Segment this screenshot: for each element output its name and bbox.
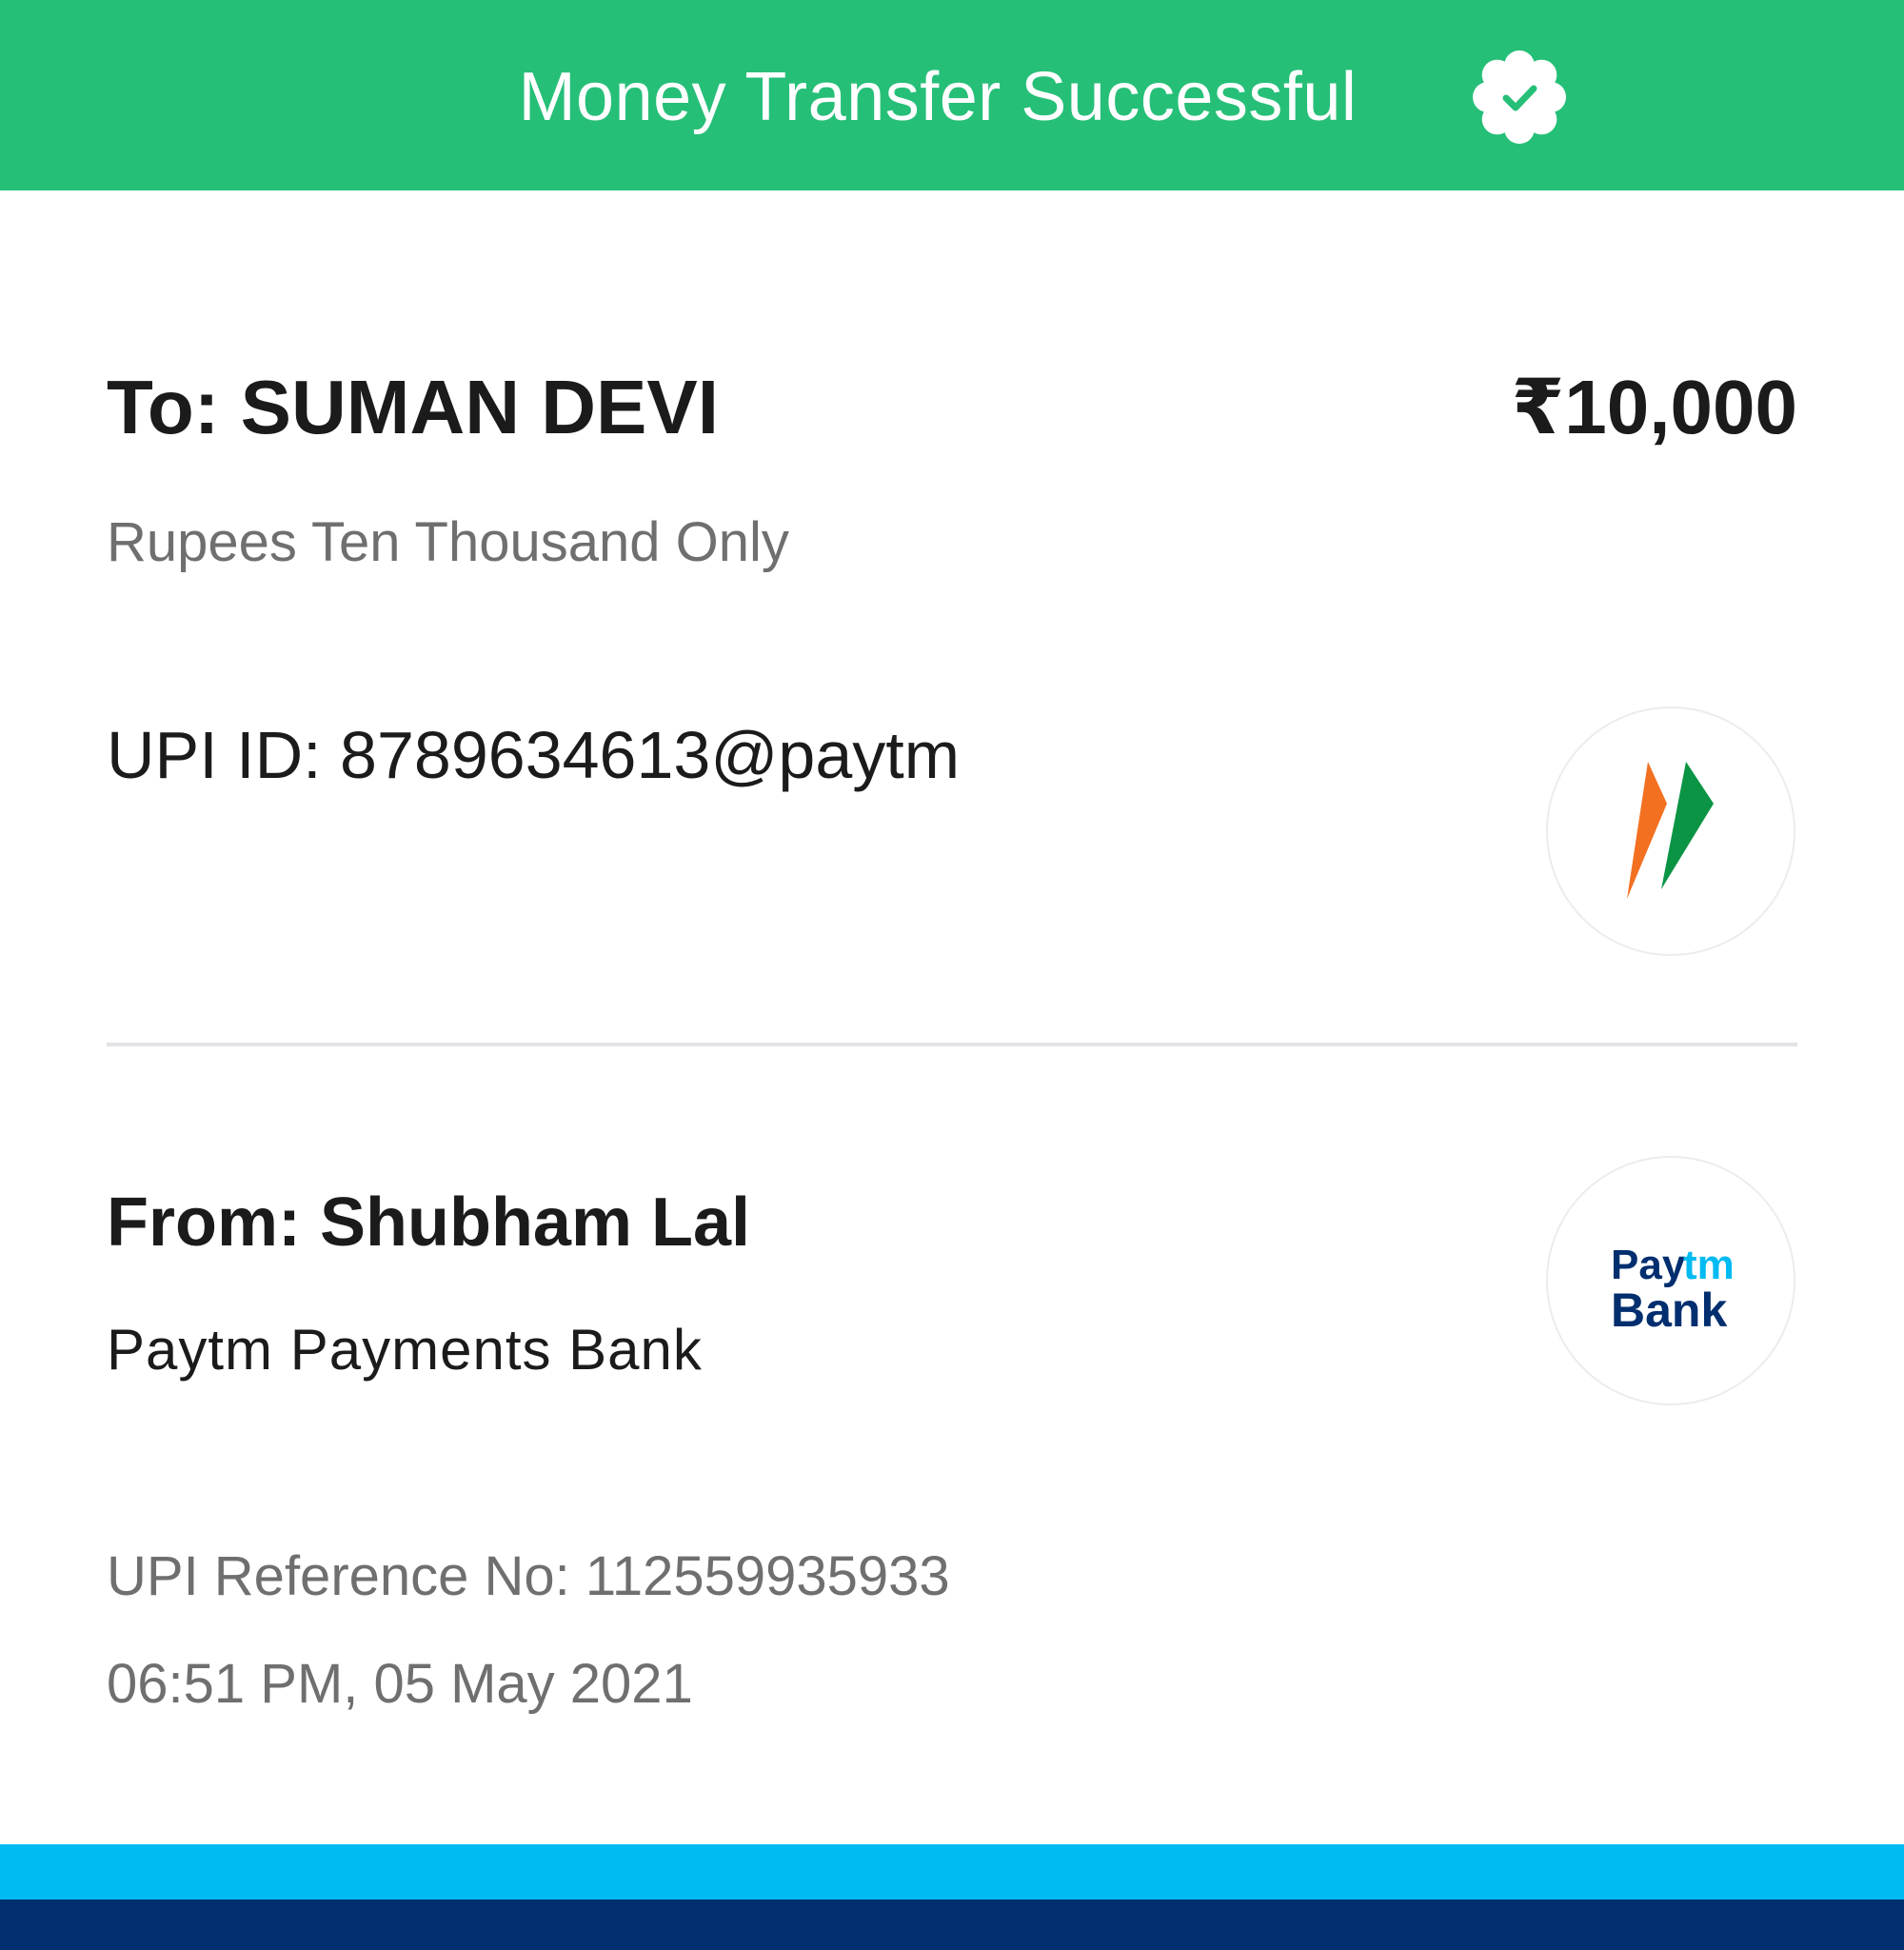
footer-band-light [0,1844,1904,1900]
paytm-wordmark-tm: tm [1683,1242,1735,1288]
transaction-datetime: 06:51 PM, 05 May 2021 [107,1653,693,1715]
upi-arrows-icon [1627,762,1714,899]
upi-reference-number: UPI Reference No: 112559935933 [107,1545,950,1607]
paytm-bank-logo-icon: Pay tm Bank [1546,1156,1795,1405]
verified-check-icon [1473,50,1566,144]
header-title: Money Transfer Successful [518,59,1358,135]
paytm-bank-wordmark: Pay tm Bank [1611,1242,1735,1337]
success-header: Money Transfer Successful [0,0,1904,190]
sender-name: From: Shubham Lal [107,1184,751,1261]
sender-bank: Paytm Payments Bank [107,1318,703,1382]
amount-in-words: Rupees Ten Thousand Only [107,511,789,573]
section-divider [107,1043,1797,1046]
upi-logo-icon [1546,706,1795,956]
recipient-upi-id: UPI ID: 8789634613@paytm [107,718,961,792]
paytm-wordmark-bank: Bank [1611,1283,1727,1337]
transfer-amount: ₹10,000 [1511,365,1797,449]
recipient-name: To: SUMAN DEVI [107,365,719,449]
paytm-wordmark-pay: Pay [1611,1242,1686,1288]
footer-band-dark [0,1900,1904,1950]
